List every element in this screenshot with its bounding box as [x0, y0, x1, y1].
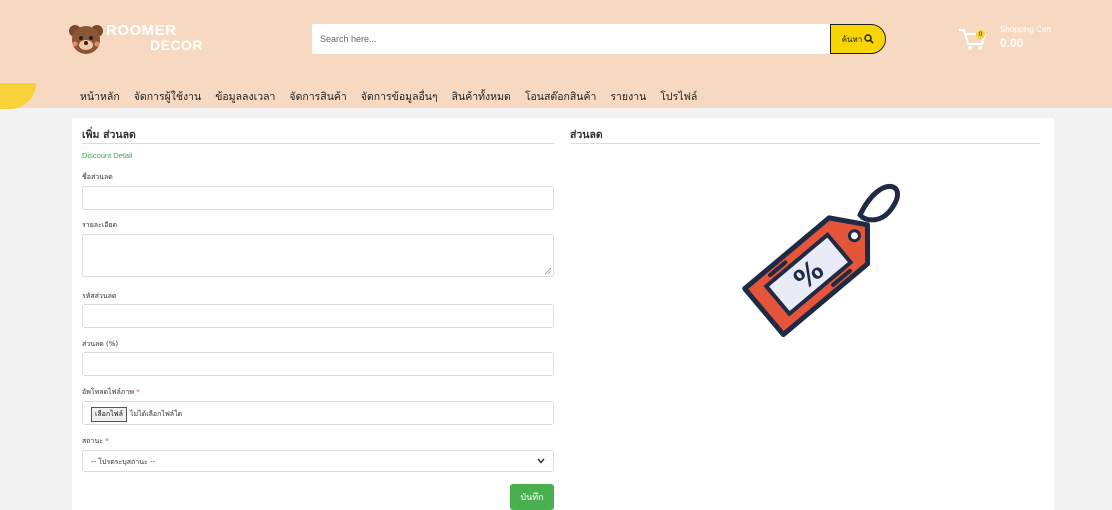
status-select[interactable]: -- โปรดระบุสถานะ --: [82, 450, 554, 472]
form-subtitle: Discount Detail: [82, 151, 133, 160]
discount-code-label: รหัสส่วนลด: [82, 292, 117, 300]
nav-item-reports[interactable]: รายงาน: [610, 88, 646, 105]
search-input[interactable]: [312, 24, 830, 54]
header-bar: ROOMER DECOR ค้นหา 0 Shopping Cart 0.00 …: [0, 0, 1112, 109]
nav-item-users[interactable]: จัดการผู้ใช้งาน: [134, 88, 201, 105]
image-upload-label-text: อัพโหลดไฟล์ภาพ: [82, 388, 134, 396]
nav-item-all-products[interactable]: สินค้าทั้งหมด: [452, 88, 511, 105]
required-mark: *: [136, 388, 140, 396]
nav-item-timesheet[interactable]: ข้อมูลลงเวลา: [215, 88, 275, 105]
discount-detail-textarea[interactable]: [82, 234, 554, 277]
status-select-value: -- โปรดระบุสถานะ --: [91, 458, 156, 466]
main-content: เพิ่ม ส่วนลด ส่วนลด Discount Detail ชื่อ…: [72, 118, 1054, 510]
main-nav: หน้าหลัก จัดการผู้ใช้งาน ข้อมูลลงเวลา จั…: [80, 88, 711, 105]
image-upload-field: เลือกไฟล์ ไม่ได้เลือกไฟล์ใด: [82, 401, 554, 425]
discount-percent-input[interactable]: [82, 352, 554, 376]
search-button-label: ค้นหา: [841, 34, 863, 44]
form-title: เพิ่ม ส่วนลด: [82, 129, 136, 141]
discount-percent-label: ส่วนลด (%): [82, 340, 119, 348]
discount-detail-label: รายละเอียด: [82, 221, 118, 229]
bear-icon: [69, 25, 103, 54]
shopping-cart[interactable]: 0 Shopping Cart 0.00: [958, 22, 1078, 62]
cart-count-badge: 0: [976, 30, 985, 39]
cart-total: 0.00: [1000, 36, 1024, 50]
nav-item-products[interactable]: จัดการสินค้า: [289, 88, 346, 105]
search-bar: ค้นหา: [312, 24, 886, 54]
status-label: สถานะ *: [82, 436, 109, 447]
preview-title: ส่วนลด: [570, 129, 603, 141]
choose-file-button[interactable]: เลือกไฟล์: [91, 407, 127, 422]
nav-item-other-data[interactable]: จัดการข้อมูลอื่นๆ: [361, 88, 438, 105]
image-upload-label: อัพโหลดไฟล์ภาพ *: [82, 387, 140, 398]
nav-item-home[interactable]: หน้าหลัก: [80, 88, 120, 105]
save-button[interactable]: บันทึก: [510, 484, 554, 510]
brand-logo[interactable]: ROOMER DECOR: [68, 22, 238, 60]
discount-tag-illustration: %: [742, 183, 900, 338]
file-status-text: ไม่ได้เลือกไฟล์ใด: [130, 410, 183, 418]
chevron-down-icon: [537, 458, 545, 464]
discount-name-label: ชื่อส่วนลด: [82, 173, 113, 181]
brand-name-line2: DECOR: [150, 37, 204, 53]
cart-label: Shopping Cart: [1000, 25, 1052, 34]
required-mark: *: [105, 437, 109, 445]
status-label-text: สถานะ: [82, 437, 103, 445]
search-icon: [864, 34, 874, 44]
nav-item-profile[interactable]: โปรไฟล์: [660, 88, 697, 105]
resize-handle-icon[interactable]: [545, 268, 551, 274]
corner-decoration: [0, 83, 36, 109]
discount-code-input[interactable]: [82, 304, 554, 328]
search-button[interactable]: ค้นหา: [830, 24, 886, 54]
form-title-divider: [82, 143, 554, 144]
discount-name-input[interactable]: [82, 186, 554, 210]
preview-title-divider: [570, 143, 1040, 144]
nav-item-stock-transfer[interactable]: โอนสต๊อกสินค้า: [525, 88, 597, 105]
